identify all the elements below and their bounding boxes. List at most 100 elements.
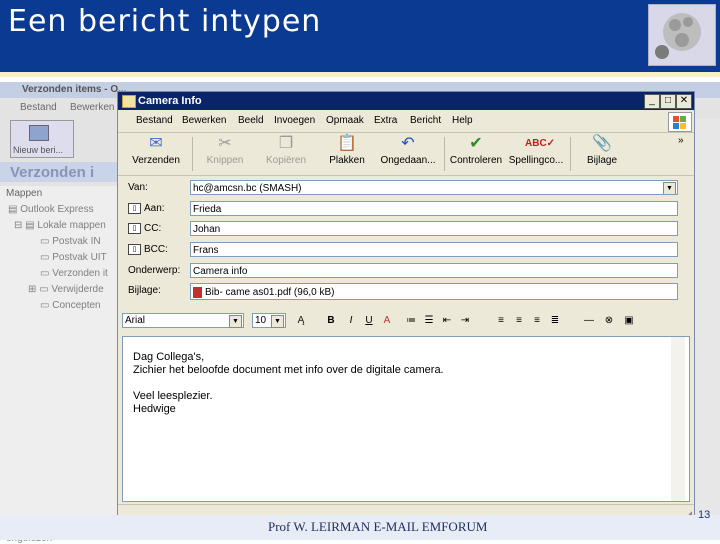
subject-field[interactable]: Camera info bbox=[190, 263, 678, 278]
spelling-button[interactable]: ABC✓ Spellingco... bbox=[506, 135, 566, 166]
chevron-down-icon[interactable]: ▼ bbox=[229, 315, 242, 328]
toolbar-separator bbox=[444, 137, 445, 171]
copy-button[interactable]: ❐ Kopiëren bbox=[256, 135, 316, 166]
pdf-file-icon bbox=[193, 286, 202, 298]
envelope-icon bbox=[122, 95, 136, 108]
windows-logo-icon bbox=[668, 112, 692, 132]
oe-folder-bar-title: Verzonden i bbox=[10, 164, 95, 181]
folder-item[interactable]: ▭ Verzonden it bbox=[40, 268, 108, 279]
bcc-label: ▯ BCC: bbox=[128, 244, 168, 255]
menu-bestand[interactable]: Bestand bbox=[136, 115, 173, 126]
justify-icon[interactable]: ≣ bbox=[548, 314, 562, 328]
attachment-field[interactable]: Bib- came as01.pdf (96,0 kB) bbox=[190, 283, 678, 300]
check-names-button[interactable]: ✔ Controleren bbox=[448, 135, 504, 166]
folder-item[interactable]: ▤ Outlook Express bbox=[8, 204, 94, 215]
from-label: Van: bbox=[128, 182, 148, 193]
menu-beeld[interactable]: Beeld bbox=[238, 115, 264, 126]
menu-bewerken[interactable]: Bewerken bbox=[182, 115, 226, 126]
hyperlink-icon[interactable]: ⊗ bbox=[602, 314, 616, 328]
folders-header: Mappen bbox=[6, 188, 43, 199]
header-divider bbox=[0, 72, 720, 77]
compose-menu-bar: Bestand Bewerken Beeld Invoegen Opmaak E… bbox=[118, 112, 666, 130]
font-color-icon[interactable]: A bbox=[380, 314, 394, 328]
slide-header: Een bericht intypen bbox=[0, 0, 720, 72]
folder-item[interactable]: ▭ Postvak IN bbox=[40, 236, 101, 247]
align-left-icon[interactable]: ≡ bbox=[494, 314, 508, 328]
align-center-icon[interactable]: ≡ bbox=[512, 314, 526, 328]
new-message-button[interactable]: Nieuw beri... bbox=[10, 120, 74, 158]
cut-button[interactable]: ✂ Knippen bbox=[198, 135, 252, 166]
body-scrollbar[interactable] bbox=[671, 337, 685, 501]
footer-text: Prof W. LEIRMAN E-MAIL EMFORUM bbox=[268, 519, 488, 534]
menu-help[interactable]: Help bbox=[452, 115, 473, 126]
cc-field[interactable]: Johan bbox=[190, 221, 678, 236]
logo-icon bbox=[648, 4, 716, 66]
chevron-more-icon[interactable]: » bbox=[678, 135, 684, 146]
menu-opmaak[interactable]: Opmaak bbox=[326, 115, 364, 126]
to-label: ▯ Aan: bbox=[128, 203, 165, 214]
folder-pane: Mappen ▤ Outlook Express ⊟ ▤ Lokale mapp… bbox=[0, 186, 119, 518]
new-message-icon bbox=[29, 125, 49, 141]
underline-icon[interactable]: U bbox=[362, 314, 376, 328]
address-book-icon[interactable]: ▯ bbox=[128, 223, 141, 234]
spelling-icon: ABC✓ bbox=[525, 138, 556, 149]
compose-toolbar: ✉ Verzenden ✂ Knippen ❐ Kopiëren 📋 Plakk… bbox=[118, 132, 694, 176]
close-button[interactable]: ✕ bbox=[676, 94, 692, 109]
oe-menu-item[interactable]: Bestand bbox=[20, 102, 57, 113]
to-field[interactable]: Frieda bbox=[190, 201, 678, 216]
body-line: Veel leesplezier. bbox=[133, 390, 213, 402]
undo-button[interactable]: ↶ Ongedaan... bbox=[376, 135, 440, 166]
menu-invoegen[interactable]: Invoegen bbox=[274, 115, 315, 126]
italic-icon[interactable]: I bbox=[344, 314, 358, 328]
send-icon: ✉ bbox=[149, 135, 163, 152]
address-book-icon[interactable]: ▯ bbox=[128, 244, 141, 255]
attachment-label: Bijlage: bbox=[128, 285, 161, 296]
bcc-field[interactable]: Frans bbox=[190, 242, 678, 257]
folder-item[interactable]: ⊟ ▤ Lokale mappen bbox=[14, 220, 106, 231]
compose-window-title: Camera Info bbox=[138, 95, 202, 107]
align-right-icon[interactable]: ≡ bbox=[530, 314, 544, 328]
compose-window: Camera Info _ □ ✕ Bestand Bewerken Beeld… bbox=[117, 91, 695, 525]
scissors-icon: ✂ bbox=[218, 135, 232, 152]
send-button[interactable]: ✉ Verzenden bbox=[124, 135, 188, 166]
indent-icon[interactable]: ⇥ bbox=[458, 314, 472, 328]
message-body[interactable]: Dag Collega's, Zichier het beloofde docu… bbox=[122, 336, 690, 502]
page-number: 13 bbox=[698, 509, 711, 521]
outdent-icon[interactable]: ⇤ bbox=[440, 314, 454, 328]
address-book-icon[interactable]: ▯ bbox=[128, 203, 141, 214]
folder-item[interactable]: ▭ Concepten bbox=[40, 300, 101, 311]
slide-title: Een bericht intypen bbox=[8, 4, 322, 39]
paste-button[interactable]: 📋 Plakken bbox=[322, 135, 372, 166]
subject-label: Onderwerp: bbox=[128, 265, 181, 276]
bold-icon[interactable]: B bbox=[324, 314, 338, 328]
copy-icon: ❐ bbox=[278, 135, 294, 152]
oe-window-title: Verzonden items - O... bbox=[22, 84, 127, 95]
paste-icon: 📋 bbox=[337, 135, 357, 152]
folder-item[interactable]: ⊞ ▭ Verwijderde bbox=[28, 284, 104, 295]
formatting-toolbar: Arial ▼ 10 ▼ Ą B I U A ≔ ☰ ⇤ ⇥ ≡ ≡ ≡ ≣ —… bbox=[118, 310, 694, 332]
chevron-down-icon[interactable]: ▼ bbox=[271, 315, 284, 328]
text-color-icon[interactable]: Ą bbox=[294, 314, 308, 328]
toolbar-separator bbox=[192, 137, 193, 171]
from-select[interactable]: hc@amcsn.bc (SMASH) ▼ bbox=[190, 180, 678, 195]
attach-button[interactable]: 📎 Bijlage bbox=[576, 135, 628, 166]
compose-title-bar: Camera Info _ □ ✕ bbox=[118, 92, 694, 110]
font-size-select[interactable]: 10 ▼ bbox=[252, 313, 286, 328]
maximize-button[interactable]: □ bbox=[660, 94, 676, 109]
numbered-list-icon[interactable]: ≔ bbox=[404, 314, 418, 328]
oe-right-edge bbox=[692, 118, 720, 518]
font-select[interactable]: Arial ▼ bbox=[122, 313, 244, 328]
toolbar-separator bbox=[570, 137, 571, 171]
body-line: Zichier het beloofde document met info o… bbox=[133, 364, 444, 376]
oe-menu-item[interactable]: Bewerken bbox=[70, 102, 114, 113]
horizontal-line-icon[interactable]: — bbox=[582, 314, 596, 328]
body-line: Dag Collega's, bbox=[133, 351, 205, 363]
chevron-down-icon[interactable]: ▼ bbox=[663, 182, 676, 194]
folder-item[interactable]: ▭ Postvak UIT bbox=[40, 252, 107, 263]
menu-bericht[interactable]: Bericht bbox=[410, 115, 441, 126]
undo-icon: ↶ bbox=[401, 135, 415, 152]
bullet-list-icon[interactable]: ☰ bbox=[422, 314, 436, 328]
menu-extra[interactable]: Extra bbox=[374, 115, 397, 126]
insert-picture-icon[interactable]: ▣ bbox=[622, 314, 636, 328]
minimize-button[interactable]: _ bbox=[644, 94, 660, 109]
